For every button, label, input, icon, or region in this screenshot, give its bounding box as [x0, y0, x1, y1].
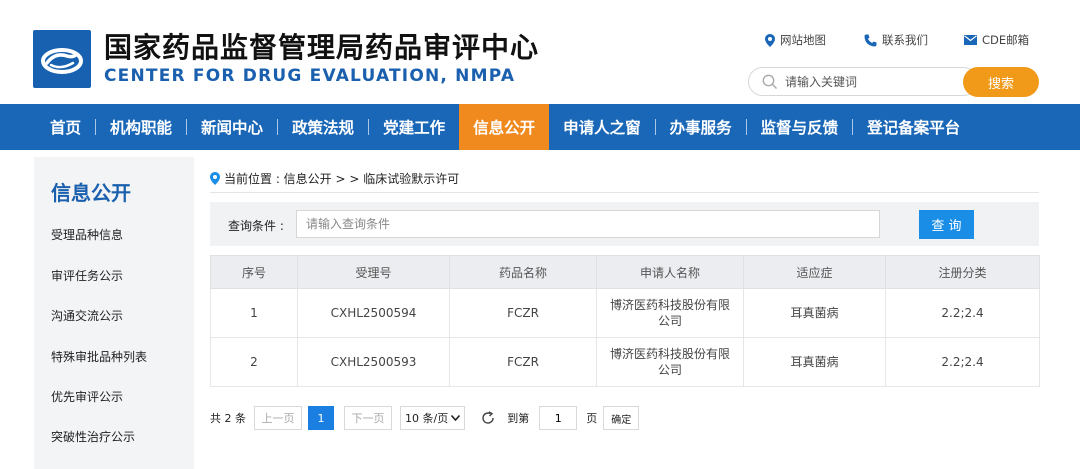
page-unit-label: 页	[586, 412, 598, 425]
breadcrumb-divider	[210, 192, 1039, 193]
sidebar-item-communication[interactable]: 沟通交流公示	[51, 307, 123, 324]
site-search-box	[748, 67, 978, 96]
query-bar: 查询条件 : 查 询	[210, 202, 1039, 246]
sidebar-item-special-approval[interactable]: 特殊审批品种列表	[51, 348, 147, 365]
pagination: 共 2 条 上一页 1 下一页 10 条/页 到第 页 确定	[210, 405, 640, 431]
nav-item-applicant[interactable]: 申请人之窗	[549, 104, 655, 150]
nav-item-services[interactable]: 办事服务	[656, 104, 746, 150]
cell-indication: 耳真菌病	[743, 288, 886, 338]
cell-drug-name: FCZR	[449, 288, 597, 338]
cell-drug-name: FCZR	[449, 337, 597, 387]
site-search-button[interactable]: 搜索	[963, 67, 1039, 97]
col-header-registration-class: 注册分类	[885, 255, 1040, 289]
location-pin-icon	[765, 33, 775, 47]
site-title-cn: 国家药品监督管理局药品审评中心	[104, 31, 540, 64]
nav-divider	[277, 119, 279, 135]
nav-item-news[interactable]: 新闻中心	[187, 104, 277, 150]
table-row[interactable]: 2 CXHL2500593 FCZR 博济医药科技股份有限公司 耳真菌病 2.2…	[210, 337, 1040, 387]
sidebar-item-review-tasks[interactable]: 审评任务公示	[51, 267, 123, 284]
nav-item-functions[interactable]: 机构职能	[96, 104, 186, 150]
sidebar: 信息公开 受理品种信息 审评任务公示 沟通交流公示 特殊审批品种列表 优先审评公…	[34, 157, 194, 469]
col-header-acceptance-no: 受理号	[297, 255, 450, 289]
nav-item-party[interactable]: 党建工作	[369, 104, 459, 150]
cell-index: 1	[210, 288, 298, 338]
col-header-indication: 适应症	[743, 255, 886, 289]
query-label: 查询条件 :	[228, 219, 284, 233]
nav-divider	[368, 119, 370, 135]
cell-applicant: 博济医药科技股份有限公司	[596, 288, 744, 338]
col-header-drug-name: 药品名称	[449, 255, 597, 289]
query-button[interactable]: 查 询	[919, 210, 974, 239]
nav-item-info-disclosure[interactable]: 信息公开	[459, 104, 550, 150]
site-header: 国家药品监督管理局药品审评中心 CENTER FOR DRUG EVALUATI…	[0, 0, 1080, 104]
nav-item-feedback[interactable]: 监督与反馈	[747, 104, 853, 150]
breadcrumb-text: 当前位置 : 信息公开 > > 临床试验默示许可	[224, 172, 460, 186]
nav-divider	[95, 119, 97, 135]
cde-mail-link-label: CDE邮箱	[982, 33, 1030, 47]
next-page-button[interactable]: 下一页	[344, 406, 392, 430]
cell-indication: 耳真菌病	[743, 337, 886, 387]
nav-item-home[interactable]: 首页	[36, 104, 95, 150]
col-header-index: 序号	[210, 255, 298, 289]
sitemap-link[interactable]: 网站地图	[765, 32, 826, 48]
current-page-button[interactable]: 1	[308, 406, 334, 430]
goto-label: 到第	[507, 412, 530, 425]
nav-divider	[186, 119, 188, 135]
cell-registration-class: 2.2;2.4	[885, 337, 1040, 387]
pagination-total: 共 2 条	[210, 412, 246, 425]
mail-icon	[964, 35, 977, 45]
cde-logo[interactable]	[33, 30, 91, 88]
cell-acceptance-no: CXHL2500594	[297, 288, 450, 338]
phone-icon	[864, 34, 877, 46]
sidebar-item-accepted-varieties[interactable]: 受理品种信息	[51, 226, 123, 243]
refresh-icon[interactable]	[481, 411, 495, 425]
col-header-applicant: 申请人名称	[596, 255, 744, 289]
contact-link-label: 联系我们	[882, 33, 928, 47]
goto-confirm-button[interactable]: 确定	[603, 406, 640, 430]
location-pin-icon	[210, 172, 220, 185]
sidebar-title: 信息公开	[51, 181, 131, 205]
nav-divider	[745, 119, 747, 135]
goto-page-input[interactable]	[539, 406, 578, 430]
top-links: 网站地图 联系我们 CDE邮箱	[765, 32, 1029, 48]
page-size-select[interactable]: 10 条/页	[400, 406, 466, 430]
site-title-en: CENTER FOR DRUG EVALUATION, NMPA	[104, 66, 516, 86]
nav-item-policy[interactable]: 政策法规	[278, 104, 368, 150]
table-header-row: 序号 受理号 药品名称 申请人名称 适应症 注册分类	[210, 255, 1040, 289]
nav-divider	[852, 119, 854, 135]
site-search-input[interactable]	[785, 72, 965, 92]
results-table: 序号 受理号 药品名称 申请人名称 适应症 注册分类 1 CXHL2500594…	[210, 255, 1040, 387]
cde-mail-link[interactable]: CDE邮箱	[964, 32, 1029, 48]
breadcrumb: 当前位置 : 信息公开 > > 临床试验默示许可	[210, 170, 459, 187]
cell-acceptance-no: CXHL2500593	[297, 337, 450, 387]
cell-index: 2	[210, 337, 298, 387]
cell-applicant: 博济医药科技股份有限公司	[596, 337, 744, 387]
chevron-down-icon	[451, 415, 461, 421]
page-size-value: 10 条/页	[405, 412, 449, 425]
nav-divider	[654, 119, 656, 135]
query-input[interactable]	[296, 210, 880, 238]
table-row[interactable]: 1 CXHL2500594 FCZR 博济医药科技股份有限公司 耳真菌病 2.2…	[210, 288, 1040, 338]
contact-link[interactable]: 联系我们	[864, 32, 928, 48]
nav-item-registration[interactable]: 登记备案平台	[853, 104, 974, 150]
cell-registration-class: 2.2;2.4	[885, 288, 1040, 338]
main-nav: 首页 机构职能 新闻中心 政策法规 党建工作 信息公开 申请人之窗 办事服务 监…	[0, 104, 1080, 150]
sitemap-link-label: 网站地图	[780, 33, 826, 47]
search-icon	[762, 74, 777, 89]
sidebar-item-breakthrough[interactable]: 突破性治疗公示	[51, 428, 135, 445]
sidebar-item-priority-review[interactable]: 优先审评公示	[51, 388, 123, 405]
prev-page-button[interactable]: 上一页	[254, 406, 302, 430]
